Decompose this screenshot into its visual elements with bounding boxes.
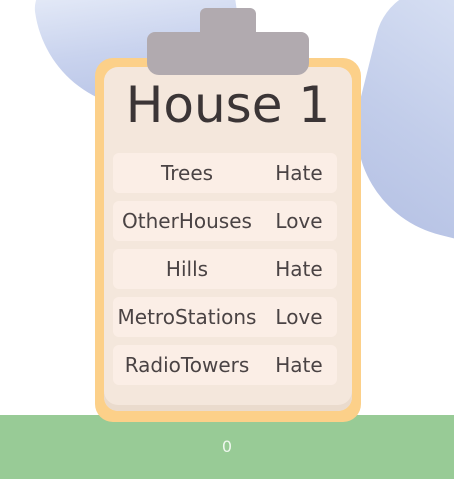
score-counter: 0 [221, 437, 233, 456]
preference-feeling: Love [275, 209, 323, 233]
preference-row-trees: Trees Hate [113, 153, 337, 193]
preference-feeling: Hate [275, 257, 323, 281]
clipboard-clip [147, 32, 309, 75]
preference-item: RadioTowers [124, 353, 250, 377]
preference-item: MetroStations [117, 305, 257, 329]
house-title: House 1 [125, 76, 331, 134]
preference-item: Trees [160, 161, 214, 185]
preference-row-metrostations: MetroStations Love [113, 297, 337, 337]
preference-feeling: Hate [275, 353, 323, 377]
preference-list: Trees Hate OtherHouses Love Hills Hate M… [113, 153, 337, 393]
preference-row-radiotowers: RadioTowers Hate [113, 345, 337, 385]
preference-row-hills: Hills Hate [113, 249, 337, 289]
preference-item: OtherHouses [122, 209, 252, 233]
preference-item: Hills [165, 257, 209, 281]
preference-row-otherhouses: OtherHouses Love [113, 201, 337, 241]
house-preferences-clipboard: House 1 Trees Hate OtherHouses Love Hill… [95, 58, 361, 422]
preference-feeling: Hate [275, 161, 323, 185]
preference-feeling: Love [275, 305, 323, 329]
